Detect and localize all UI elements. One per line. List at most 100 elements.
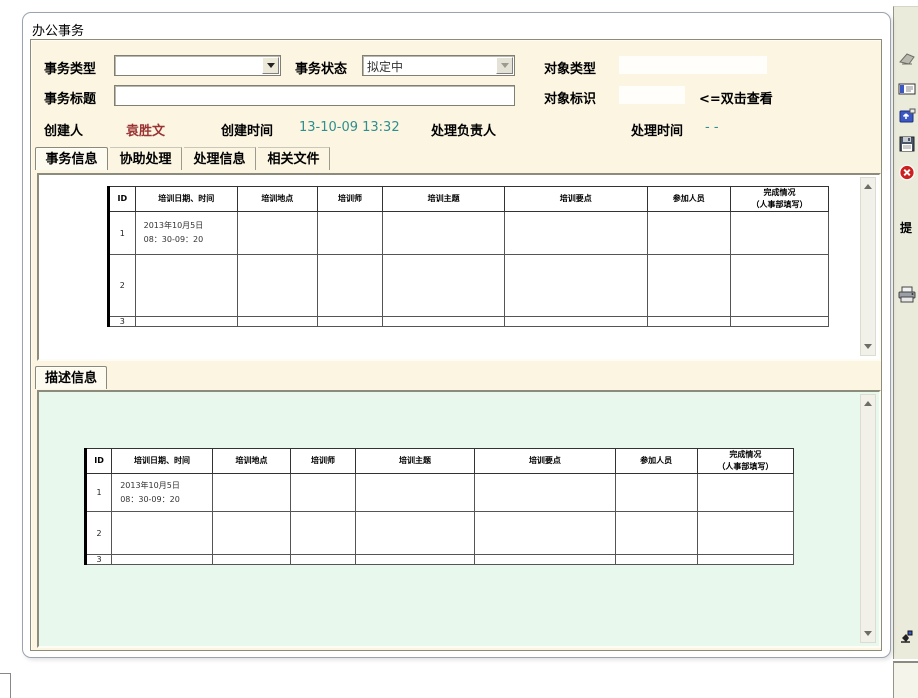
- table-cell: [504, 212, 647, 255]
- table-cell: [504, 255, 647, 317]
- table-cell: [355, 512, 475, 555]
- affair-title-label: 事务标题: [44, 88, 96, 107]
- column-header: 培训主题: [383, 187, 505, 212]
- column-header: 参加人员: [647, 187, 731, 212]
- table-cell: [647, 255, 731, 317]
- object-type-field[interactable]: [619, 56, 767, 74]
- tab-related-files[interactable]: 相关文件: [258, 147, 330, 170]
- close-icon[interactable]: [898, 164, 917, 181]
- double-click-hint: <=双击查看: [699, 88, 773, 107]
- table-cell: [731, 212, 829, 255]
- tab-affair-info[interactable]: 事务信息: [35, 147, 108, 170]
- table-cell: [212, 555, 291, 565]
- table-cell: [135, 317, 237, 327]
- tab-strip: 事务信息 协助处理 处理信息 相关文件: [35, 147, 735, 172]
- table-row: 3: [109, 317, 829, 327]
- table-cell: [355, 555, 475, 565]
- description-panel: ID培训日期、时间培训地点培训师培训主题培训要点参加人员完成情况（人事部填写）1…: [37, 390, 881, 648]
- save-icon[interactable]: [898, 136, 917, 153]
- table-cell: [291, 555, 355, 565]
- submit-label[interactable]: 提: [900, 219, 912, 236]
- dropdown-arrow-button[interactable]: [262, 57, 279, 74]
- column-header: ID: [109, 187, 136, 212]
- table-cell: [647, 212, 731, 255]
- scroll-down-icon[interactable]: [861, 339, 875, 354]
- header-row: ID培训日期、时间培训地点培训师培训主题培训要点参加人员完成情况（人事部填写）: [86, 449, 794, 474]
- table-row: 12013年10月5日08：30-09：20: [109, 212, 829, 255]
- toolbar-footer: [893, 661, 918, 698]
- column-header: ID: [86, 449, 112, 474]
- column-header: 参加人员: [615, 449, 697, 474]
- scroll-up-icon[interactable]: [861, 179, 875, 194]
- table-cell: [615, 512, 697, 555]
- column-header: 培训要点: [475, 449, 615, 474]
- background-window-fragment: [0, 673, 11, 698]
- exit-icon[interactable]: [898, 629, 917, 646]
- table-cell: [383, 317, 505, 327]
- row-id-cell: 1: [86, 474, 112, 512]
- row-id-cell: 3: [86, 555, 112, 565]
- handler-label: 处理负责人: [431, 120, 496, 139]
- column-header: 培训要点: [504, 187, 647, 212]
- create-time-value: 13-10-09 13:32: [299, 120, 400, 135]
- table-cell: [615, 474, 697, 512]
- handle-time-value: - -: [705, 120, 719, 135]
- table-cell: [475, 512, 615, 555]
- table-cell: [237, 212, 317, 255]
- import-icon[interactable]: [898, 108, 917, 125]
- content-panel: 事务类型 事务状态 拟定中 对象类型 事务标题 对象标识 <=双击查看 创建人 …: [30, 39, 882, 651]
- table-row: 2: [109, 255, 829, 317]
- table-cell: [647, 317, 731, 327]
- row-id-cell: 3: [109, 317, 136, 327]
- description-scrollbar[interactable]: [860, 394, 876, 643]
- table-scrollbar[interactable]: [860, 177, 876, 356]
- description-tab-strip: 描述信息: [35, 366, 335, 390]
- tab-handle-info[interactable]: 处理信息: [184, 147, 256, 170]
- object-id-field[interactable]: [619, 86, 685, 104]
- table-cell: [291, 474, 355, 512]
- dropdown-arrow-button-disabled: [496, 57, 513, 74]
- verify-icon[interactable]: [898, 51, 917, 68]
- column-header: 培训师: [291, 449, 355, 474]
- column-header: 培训地点: [212, 449, 291, 474]
- table-cell: [112, 555, 213, 565]
- table-cell: [112, 512, 213, 555]
- table-cell: [355, 474, 475, 512]
- table-cell: [212, 474, 291, 512]
- tab-description-info[interactable]: 描述信息: [35, 366, 107, 389]
- column-header: 培训主题: [355, 449, 475, 474]
- table-row: 2: [86, 512, 794, 555]
- column-header: 培训日期、时间: [135, 187, 237, 212]
- affair-type-dropdown[interactable]: [114, 55, 281, 76]
- scroll-down-icon[interactable]: [861, 626, 875, 641]
- column-header: 培训地点: [237, 187, 317, 212]
- table-row: 12013年10月5日08：30-09：20: [86, 474, 794, 512]
- table-cell: [317, 317, 383, 327]
- training-table-panel: ID培训日期、时间培训地点培训师培训主题培训要点参加人员完成情况（人事部填写）1…: [37, 173, 881, 361]
- affair-title-input[interactable]: [114, 85, 515, 106]
- object-id-label: 对象标识: [544, 88, 596, 107]
- table-cell: 2013年10月5日08：30-09：20: [135, 212, 237, 255]
- column-header: 培训师: [317, 187, 383, 212]
- table-cell: [317, 255, 383, 317]
- affair-status-dropdown[interactable]: 拟定中: [362, 55, 515, 76]
- table-cell: [237, 255, 317, 317]
- table-cell: [697, 474, 793, 512]
- handle-time-label: 处理时间: [631, 120, 683, 139]
- tab-assist-handle[interactable]: 协助处理: [110, 147, 182, 170]
- table-cell: [212, 512, 291, 555]
- header-row: ID培训日期、时间培训地点培训师培训主题培训要点参加人员完成情况（人事部填写）: [109, 187, 829, 212]
- send-icon[interactable]: [898, 81, 917, 98]
- print-icon[interactable]: [898, 286, 917, 303]
- column-header: 完成情况（人事部填写）: [697, 449, 793, 474]
- affair-type-label: 事务类型: [44, 58, 96, 77]
- chevron-down-icon: [501, 63, 509, 68]
- table-cell: [475, 555, 615, 565]
- scroll-up-icon[interactable]: [861, 396, 875, 411]
- table-cell: [697, 512, 793, 555]
- table-cell: [697, 555, 793, 565]
- table-cell: [317, 212, 383, 255]
- training-schedule-table: ID培训日期、时间培训地点培训师培训主题培训要点参加人员完成情况（人事部填写）1…: [107, 186, 829, 327]
- page-title: 办公事务: [32, 20, 84, 39]
- table-row: 3: [86, 555, 794, 565]
